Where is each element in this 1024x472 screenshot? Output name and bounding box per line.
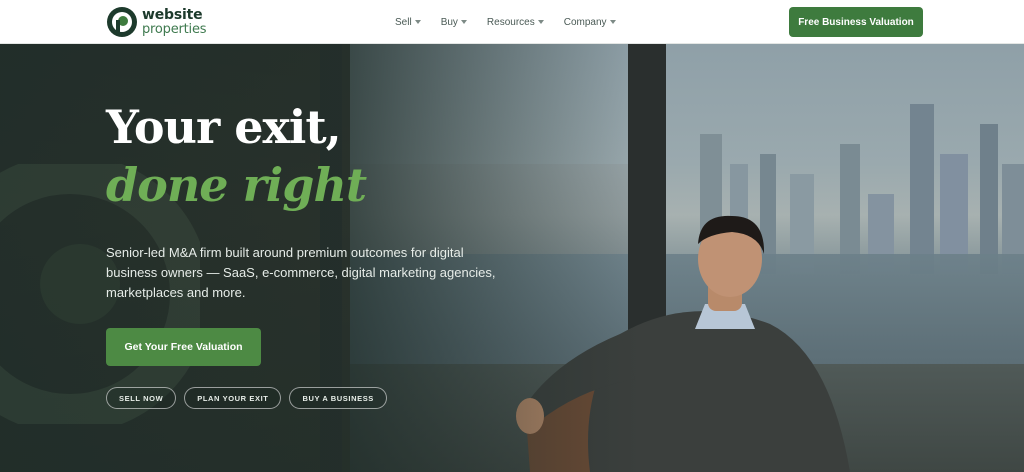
- logo-line2: properties: [142, 22, 207, 37]
- logo-text: website properties: [142, 7, 207, 37]
- chevron-down-icon: [414, 20, 421, 24]
- nav-item-resources[interactable]: Resources: [487, 17, 544, 28]
- nav-item-sell[interactable]: Sell: [395, 17, 421, 28]
- logo-line1: website: [142, 7, 203, 23]
- plan-your-exit-button[interactable]: PLAN YOUR EXIT: [184, 387, 282, 409]
- logo-mark-icon: [107, 7, 137, 37]
- chevron-down-icon: [460, 20, 467, 24]
- hero-headline-line1: Your exit,: [106, 100, 342, 154]
- get-free-valuation-button[interactable]: Get Your Free Valuation: [106, 328, 261, 366]
- site-header: website properties Sell Buy Resources Co…: [0, 0, 1024, 44]
- logo[interactable]: website properties: [106, 4, 207, 40]
- nav-item-label: Company: [563, 16, 607, 28]
- hero-quick-links: SELL NOW PLAN YOUR EXIT BUY A BUSINESS: [106, 387, 387, 409]
- chevron-down-icon: [609, 20, 616, 24]
- nav-item-label: Resources: [486, 16, 535, 28]
- nav-item-buy[interactable]: Buy: [441, 17, 467, 28]
- hero-subtext: Senior-led M&A firm built around premium…: [106, 245, 496, 300]
- nav-item-label: Buy: [440, 16, 458, 28]
- chevron-down-icon: [537, 20, 544, 24]
- buy-a-business-button[interactable]: BUY A BUSINESS: [289, 387, 387, 409]
- nav-item-company[interactable]: Company: [564, 17, 616, 28]
- nav-item-label: Sell: [395, 16, 412, 28]
- main-nav: Sell Buy Resources Company: [395, 0, 636, 44]
- sell-now-button[interactable]: SELL NOW: [106, 387, 177, 409]
- hero-headline-line2: done right: [106, 158, 367, 212]
- free-business-valuation-button[interactable]: Free Business Valuation: [789, 7, 923, 37]
